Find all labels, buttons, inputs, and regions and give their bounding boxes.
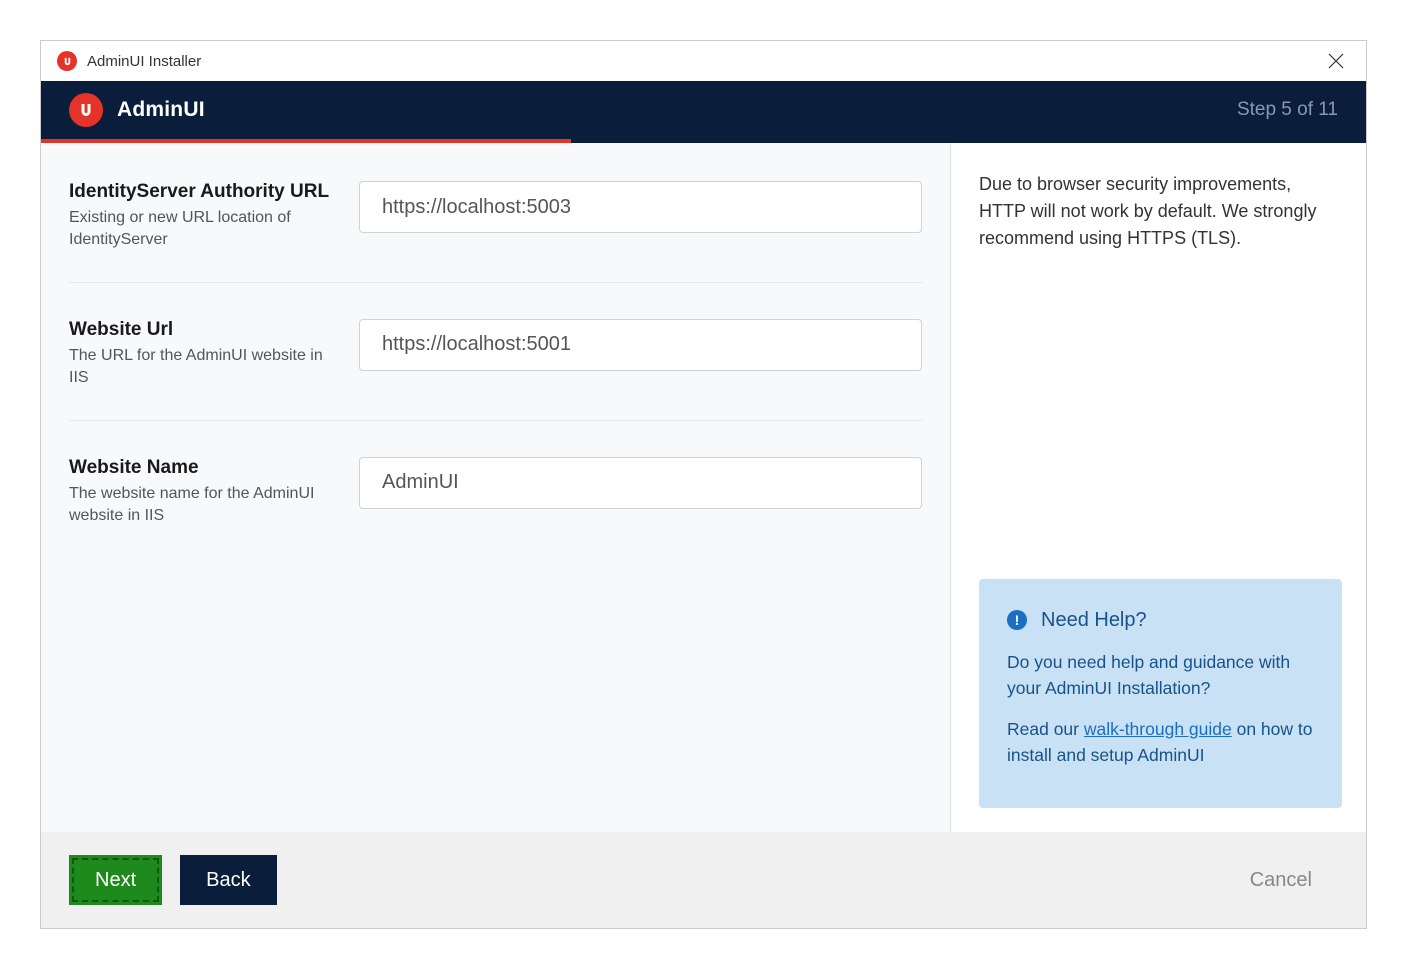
installer-window: AdminUI Installer AdminUI Step 5 of 11 I… <box>40 40 1367 929</box>
header-bar: AdminUI Step 5 of 11 <box>41 81 1366 139</box>
step-indicator: Step 5 of 11 <box>1237 99 1338 121</box>
field-description: Existing or new URL location of Identity… <box>69 207 339 252</box>
header-title: AdminUI <box>117 98 1237 122</box>
form-column: IdentityServer Authority URL Existing or… <box>41 143 951 832</box>
close-icon[interactable] <box>1316 41 1356 81</box>
back-button[interactable]: Back <box>180 855 276 905</box>
help-title: Need Help? <box>1041 605 1147 635</box>
cancel-button[interactable]: Cancel <box>1224 855 1338 905</box>
help-text-pre: Read our <box>1007 719 1084 739</box>
identityserver-url-input[interactable] <box>359 181 922 233</box>
app-icon <box>57 51 77 71</box>
field-label: Website Name <box>69 457 339 479</box>
field-description: The website name for the AdminUI website… <box>69 483 339 528</box>
help-paragraph-1: Do you need help and guidance with your … <box>1007 649 1314 702</box>
header-app-icon <box>69 93 103 127</box>
walkthrough-guide-link[interactable]: walk-through guide <box>1084 719 1232 739</box>
website-url-input[interactable] <box>359 319 922 371</box>
help-box: ! Need Help? Do you need help and guidan… <box>979 579 1342 808</box>
info-icon: ! <box>1007 610 1027 630</box>
sidebar-column: Due to browser security improvements, HT… <box>951 143 1366 832</box>
field-label: Website Url <box>69 319 339 341</box>
website-name-input[interactable] <box>359 457 922 509</box>
window-title: AdminUI Installer <box>87 53 1316 70</box>
info-text: Due to browser security improvements, HT… <box>979 171 1342 252</box>
titlebar: AdminUI Installer <box>41 41 1366 81</box>
footer-bar: Next Back Cancel <box>41 832 1366 928</box>
field-label: IdentityServer Authority URL <box>69 181 339 203</box>
field-website-name: Website Name The website name for the Ad… <box>69 449 922 558</box>
help-paragraph-2: Read our walk-through guide on how to in… <box>1007 716 1314 769</box>
next-button[interactable]: Next <box>69 855 162 905</box>
field-description: The URL for the AdminUI website in IIS <box>69 345 339 390</box>
content-area: IdentityServer Authority URL Existing or… <box>41 143 1366 832</box>
field-website-url: Website Url The URL for the AdminUI webs… <box>69 311 922 421</box>
field-identityserver-url: IdentityServer Authority URL Existing or… <box>69 173 922 283</box>
